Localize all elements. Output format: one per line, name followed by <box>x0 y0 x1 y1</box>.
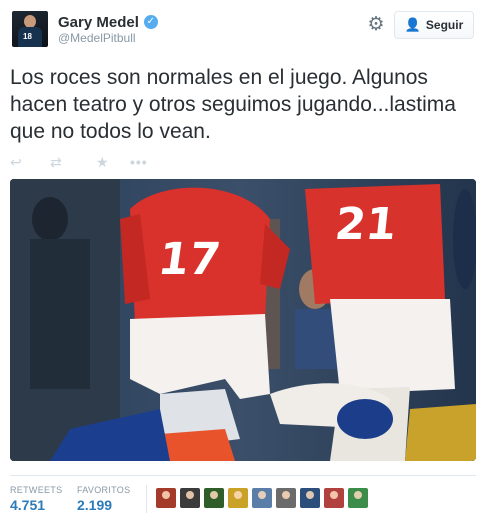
follow-button-label: Seguir <box>425 18 464 32</box>
more-icon[interactable]: ••• <box>130 154 160 170</box>
favorites-stat[interactable]: FAVORITOS 2.199 <box>77 485 130 513</box>
retweets-label: RETWEETS <box>10 485 63 495</box>
tweet-media-photo[interactable]: 17 21 <box>10 179 476 461</box>
svg-text:21: 21 <box>333 199 400 250</box>
retweets-count[interactable]: 4.751 <box>10 497 62 513</box>
favoriter-avatar[interactable] <box>252 488 272 508</box>
tweet-actions: ↩ ⇄ ★ ••• <box>10 154 160 171</box>
jersey-number-21: 21 <box>333 199 400 250</box>
favoriter-avatar-face <box>258 491 266 499</box>
favoriter-avatars <box>156 488 368 508</box>
retweets-stat[interactable]: RETWEETS 4.751 <box>10 485 62 513</box>
avatar-jersey-number: 18 <box>23 32 32 41</box>
reply-icon[interactable]: ↩ <box>10 154 44 171</box>
favoriter-avatar[interactable] <box>204 488 224 508</box>
user-handle[interactable]: @MedelPitbull <box>58 31 136 45</box>
retweet-icon[interactable]: ⇄ <box>50 154 96 171</box>
favoriter-avatar[interactable] <box>180 488 200 508</box>
favoriter-avatar-face <box>306 491 314 499</box>
favoriter-avatar-face <box>354 491 362 499</box>
favoriter-avatar[interactable] <box>324 488 344 508</box>
favoriter-avatar-face <box>162 491 170 499</box>
favoriter-avatar[interactable] <box>348 488 368 508</box>
favoriter-avatar-face <box>330 491 338 499</box>
jersey-number-17: 17 <box>155 234 223 285</box>
verified-badge-icon: ✓ <box>143 15 158 29</box>
stats-separator <box>146 485 147 513</box>
profile-avatar[interactable]: 18 <box>12 11 48 47</box>
favoriter-avatar-face <box>186 491 194 499</box>
photo-scene: 17 21 <box>10 179 476 461</box>
svg-text:17: 17 <box>155 234 223 285</box>
favoriter-avatar[interactable] <box>156 488 176 508</box>
gear-icon[interactable]: ⚙ <box>366 15 386 35</box>
stats-divider <box>10 475 476 476</box>
favoriter-avatar[interactable] <box>228 488 248 508</box>
favoriter-avatar[interactable] <box>276 488 296 508</box>
star-icon[interactable]: ★ <box>96 154 130 171</box>
favoriter-avatar-face <box>210 491 218 499</box>
favoriter-avatar[interactable] <box>300 488 320 508</box>
follow-button[interactable]: 👤 Seguir <box>394 11 474 39</box>
favorites-count[interactable]: 2.199 <box>77 497 130 513</box>
user-name-row[interactable]: Gary Medel ✓ <box>58 13 158 31</box>
tweet-text: Los roces son normales en el juego. Algu… <box>10 66 456 143</box>
user-display-name[interactable]: Gary Medel <box>58 14 139 31</box>
favoriter-avatar-face <box>282 491 290 499</box>
favoriter-avatar-face <box>234 491 242 499</box>
add-user-icon: 👤 <box>404 17 421 32</box>
favorites-label: FAVORITOS <box>77 485 131 495</box>
